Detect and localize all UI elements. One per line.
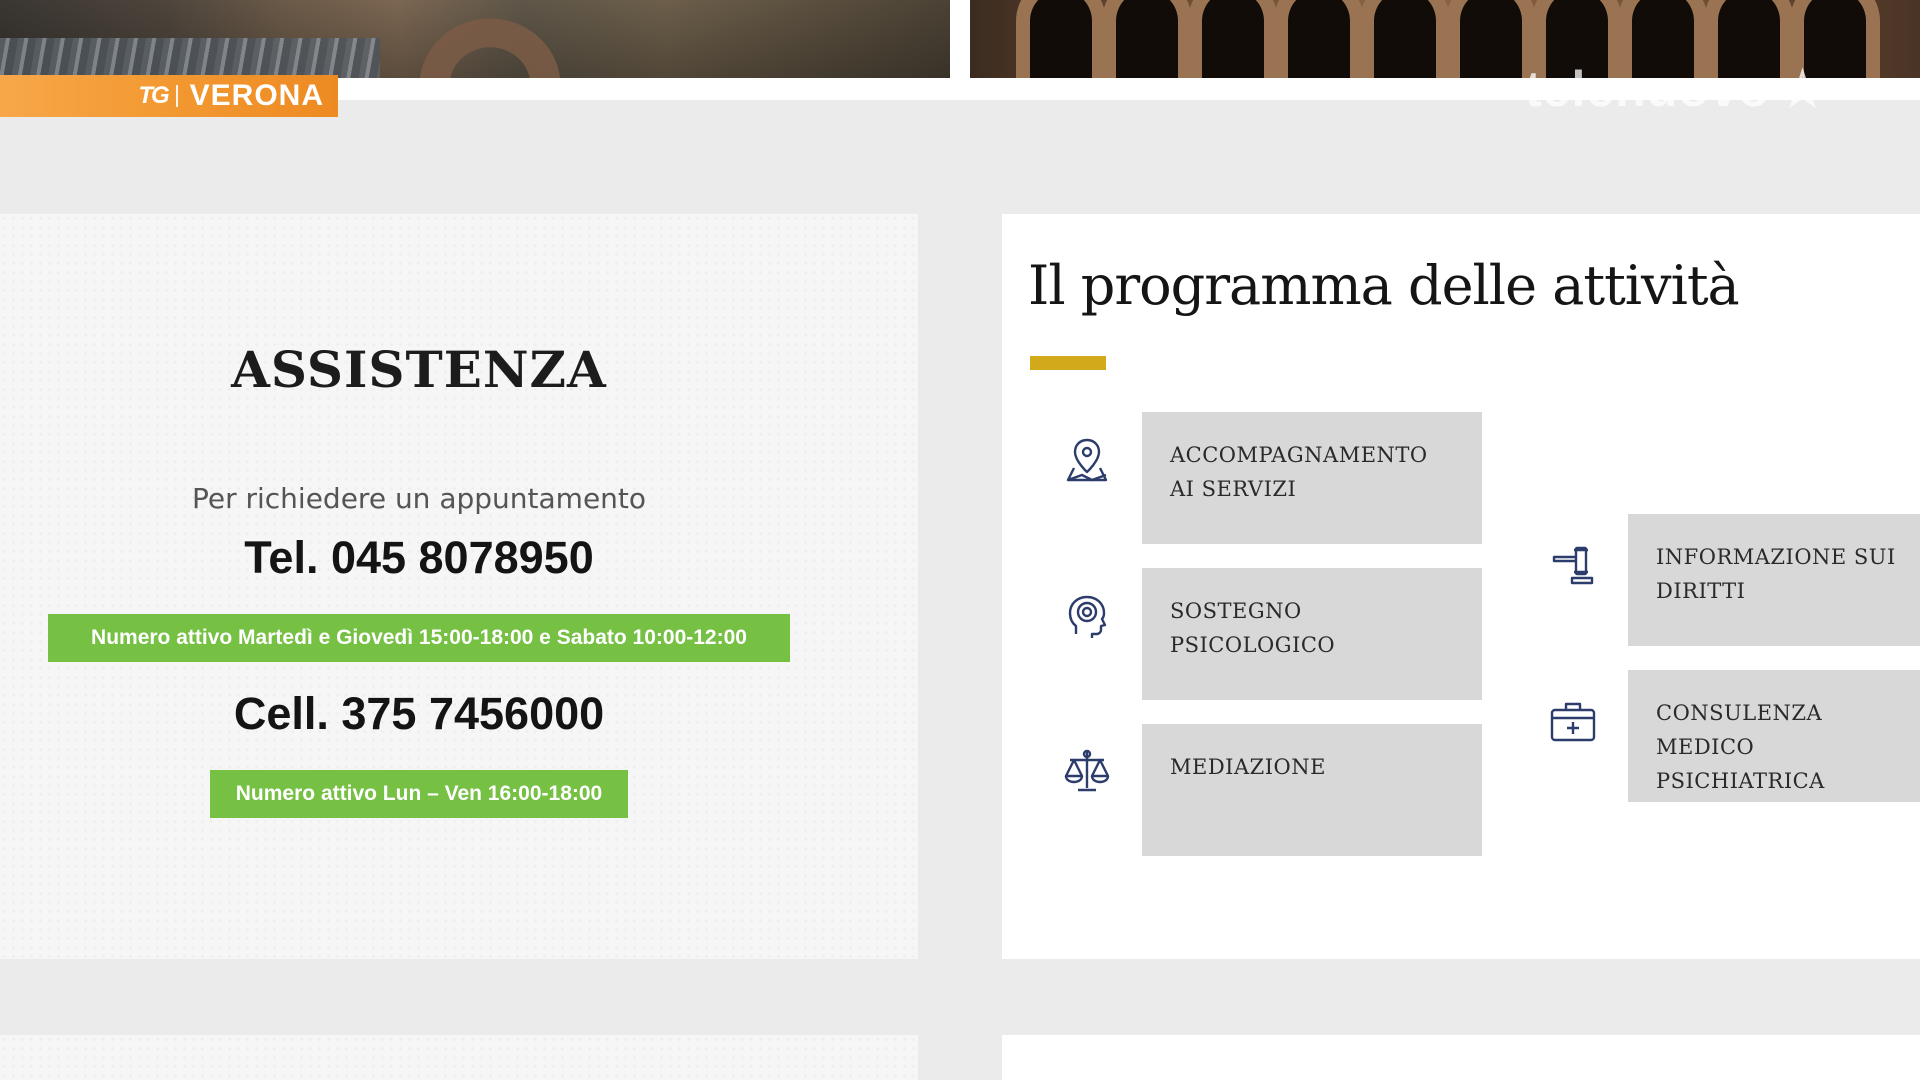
title-underline xyxy=(1030,356,1106,370)
map-pin-icon xyxy=(1060,434,1114,488)
tg-logo: TG xyxy=(138,82,169,109)
phone-hours-badge: Numero attivo Martedì e Giovedì 15:00-18… xyxy=(48,614,790,662)
activity-sostegno[interactable]: SOSTEGNO PSICOLOGICO xyxy=(1142,568,1482,700)
activity-informazione[interactable]: INFORMAZIONE SUI DIRITTI xyxy=(1628,514,1920,646)
next-panel-left xyxy=(0,1035,918,1080)
broadcaster-watermark: telenuovo ☆ xyxy=(1525,60,1826,118)
assistance-panel: ASSISTENZA Per richiedere un appuntament… xyxy=(0,214,918,959)
gavel-icon xyxy=(1546,538,1600,592)
mobile-hours-badge: Numero attivo Lun – Ven 16:00-18:00 xyxy=(210,770,628,818)
balance-scale-icon xyxy=(1060,744,1114,798)
assistance-title: ASSISTENZA xyxy=(231,340,607,399)
appointment-subtitle: Per richiedere un appuntamento xyxy=(191,482,647,515)
phone-number[interactable]: Tel. 045 8078950 xyxy=(0,532,838,584)
watermark-text: telenuovo xyxy=(1525,61,1771,117)
tg-verona-badge: TG VERONA xyxy=(0,75,338,117)
program-title: Il programma delle attività xyxy=(1028,254,1740,317)
video-frame: TG VERONA telenuovo ☆ ASSISTENZA Per ric… xyxy=(0,0,1920,1080)
activity-accompagnamento[interactable]: ACCOMPAGNAMENTO AI SERVIZI xyxy=(1142,412,1482,544)
mobile-number[interactable]: Cell. 375 7456000 xyxy=(0,688,838,740)
head-mind-icon xyxy=(1060,590,1114,644)
activity-mediazione[interactable]: MEDIAZIONE xyxy=(1142,724,1482,856)
city-label: VERONA xyxy=(189,79,324,112)
verona-river-photo xyxy=(0,0,950,78)
medical-kit-icon xyxy=(1546,694,1600,748)
program-panel: Il programma delle attività ACCOMPAGNAME… xyxy=(1002,214,1920,959)
activity-consulenza[interactable]: CONSULENZA MEDICO PSICHIATRICA xyxy=(1628,670,1920,802)
star-icon: ☆ xyxy=(1780,61,1826,117)
next-panel-right xyxy=(1002,1035,1920,1080)
